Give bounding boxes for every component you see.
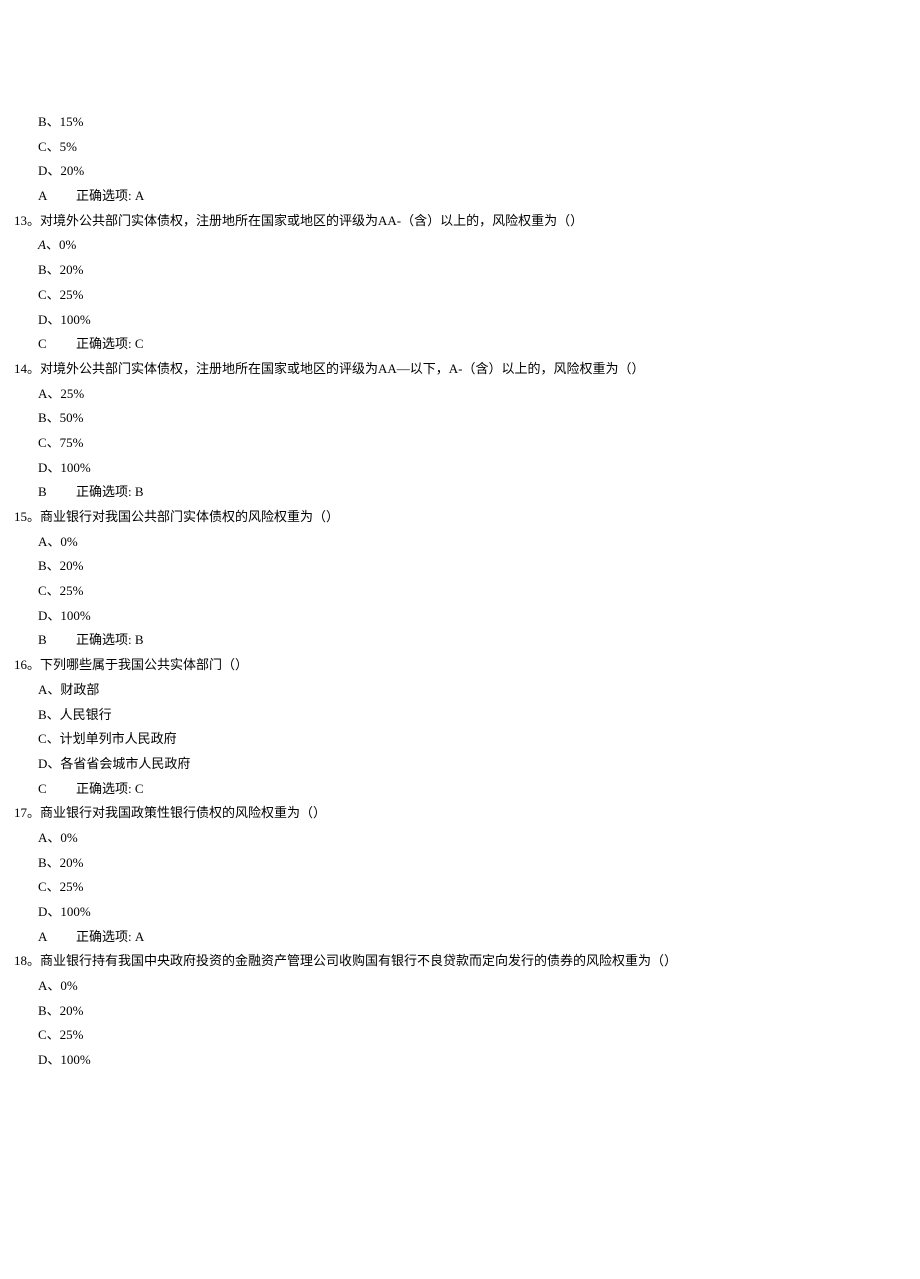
q14-stem: 对境外公共部门实体债权，注册地所在国家或地区的评级为AA—以下，A-（含）以上的… — [40, 361, 645, 376]
q13-option-a: A、0% — [38, 233, 906, 258]
q13-option-a-val: 、0% — [46, 237, 76, 252]
q18-option-a: A、0% — [38, 974, 906, 999]
q13-option-d: D、100% — [38, 308, 906, 333]
q13-options: A、0% B、20% C、25% D、100% — [38, 233, 906, 332]
q12-answer-text: 正确选项: A — [76, 188, 144, 203]
q17-block: 17。商业银行对我国政策性银行债权的风险权重为（） A、0% B、20% C、2… — [14, 801, 906, 949]
q16-options: A、财政部 B、人民银行 C、计划单列市人民政府 D、各省省会城市人民政府 — [38, 678, 906, 777]
q13-option-c: C、25% — [38, 283, 906, 308]
q17-answer-letter: A — [38, 925, 76, 950]
q14-option-b: B、50% — [38, 406, 906, 431]
q13-block: 13。对境外公共部门实体债权，注册地所在国家或地区的评级为AA-（含）以上的，风… — [14, 209, 906, 357]
q15-option-c: C、25% — [38, 579, 906, 604]
q15-option-d: D、100% — [38, 604, 906, 629]
q13-number: 13。 — [14, 209, 40, 234]
q15-option-a: A、0% — [38, 530, 906, 555]
q14-options: A、25% B、50% C、75% D、100% — [38, 382, 906, 481]
q16-answer-text: 正确选项: C — [76, 781, 144, 796]
q15-number: 15。 — [14, 505, 40, 530]
q17-stem-line: 17。商业银行对我国政策性银行债权的风险权重为（） — [14, 801, 906, 826]
q13-answer-letter: C — [38, 332, 76, 357]
q15-answer-letter: B — [38, 628, 76, 653]
q15-stem: 商业银行对我国公共部门实体债权的风险权重为（） — [40, 509, 339, 524]
q16-option-d: D、各省省会城市人民政府 — [38, 752, 906, 777]
q15-answer-text: 正确选项: B — [76, 632, 144, 647]
q18-option-c: C、25% — [38, 1023, 906, 1048]
q14-block: 14。对境外公共部门实体债权，注册地所在国家或地区的评级为AA—以下，A-（含）… — [14, 357, 906, 505]
q14-option-c: C、75% — [38, 431, 906, 456]
q15-option-b: B、20% — [38, 554, 906, 579]
q17-options: A、0% B、20% C、25% D、100% — [38, 826, 906, 925]
q17-option-d: D、100% — [38, 900, 906, 925]
q14-answer-letter: B — [38, 480, 76, 505]
q13-option-a-label: A — [38, 237, 46, 252]
q13-stem-line: 13。对境外公共部门实体债权，注册地所在国家或地区的评级为AA-（含）以上的，风… — [14, 209, 906, 234]
q18-option-b: B、20% — [38, 999, 906, 1024]
q13-stem: 对境外公共部门实体债权，注册地所在国家或地区的评级为AA-（含）以上的，风险权重… — [40, 213, 583, 228]
q15-block: 15。商业银行对我国公共部门实体债权的风险权重为（） A、0% B、20% C、… — [14, 505, 906, 653]
q13-answer-text: 正确选项: C — [76, 336, 144, 351]
q17-option-b: B、20% — [38, 851, 906, 876]
q14-answer-text: 正确选项: B — [76, 484, 144, 499]
q18-option-d: D、100% — [38, 1048, 906, 1073]
q12-answer-line: A正确选项: A — [38, 184, 906, 209]
q17-answer-line: A正确选项: A — [38, 925, 906, 950]
q18-block: 18。商业银行持有我国中央政府投资的金融资产管理公司收购国有银行不良贷款而定向发… — [14, 949, 906, 1072]
q18-number: 18。 — [14, 949, 40, 974]
q17-stem: 商业银行对我国政策性银行债权的风险权重为（） — [40, 805, 326, 820]
q15-answer-line: B正确选项: B — [38, 628, 906, 653]
q12-option-c: C、5% — [38, 135, 906, 160]
q15-stem-line: 15。商业银行对我国公共部门实体债权的风险权重为（） — [14, 505, 906, 530]
q14-option-a: A、25% — [38, 382, 906, 407]
q16-option-a: A、财政部 — [38, 678, 906, 703]
q18-options: A、0% B、20% C、25% D、100% — [38, 974, 906, 1073]
q12-answer-letter: A — [38, 184, 76, 209]
q17-number: 17。 — [14, 801, 40, 826]
q14-answer-line: B正确选项: B — [38, 480, 906, 505]
q16-option-b: B、人民银行 — [38, 703, 906, 728]
q17-option-a: A、0% — [38, 826, 906, 851]
q12-option-b: B、15% — [38, 110, 906, 135]
q17-option-c: C、25% — [38, 875, 906, 900]
q16-answer-line: C正确选项: C — [38, 777, 906, 802]
q17-answer-text: 正确选项: A — [76, 929, 144, 944]
q14-stem-line: 14。对境外公共部门实体债权，注册地所在国家或地区的评级为AA—以下，A-（含）… — [14, 357, 906, 382]
q12-option-d: D、20% — [38, 159, 906, 184]
q14-number: 14。 — [14, 357, 40, 382]
q16-block: 16。下列哪些属于我国公共实体部门（） A、财政部 B、人民银行 C、计划单列市… — [14, 653, 906, 801]
q18-stem: 商业银行持有我国中央政府投资的金融资产管理公司收购国有银行不良贷款而定向发行的债… — [40, 953, 677, 968]
q13-answer-line: C正确选项: C — [38, 332, 906, 357]
q16-stem: 下列哪些属于我国公共实体部门（） — [40, 657, 248, 672]
q18-stem-line: 18。商业银行持有我国中央政府投资的金融资产管理公司收购国有银行不良贷款而定向发… — [14, 949, 906, 974]
q12-partial-options: B、15% C、5% D、20% — [38, 110, 906, 184]
q16-number: 16。 — [14, 653, 40, 678]
q16-stem-line: 16。下列哪些属于我国公共实体部门（） — [14, 653, 906, 678]
q14-option-d: D、100% — [38, 456, 906, 481]
q13-option-b: B、20% — [38, 258, 906, 283]
q16-option-c: C、计划单列市人民政府 — [38, 727, 906, 752]
q15-options: A、0% B、20% C、25% D、100% — [38, 530, 906, 629]
q16-answer-letter: C — [38, 777, 76, 802]
